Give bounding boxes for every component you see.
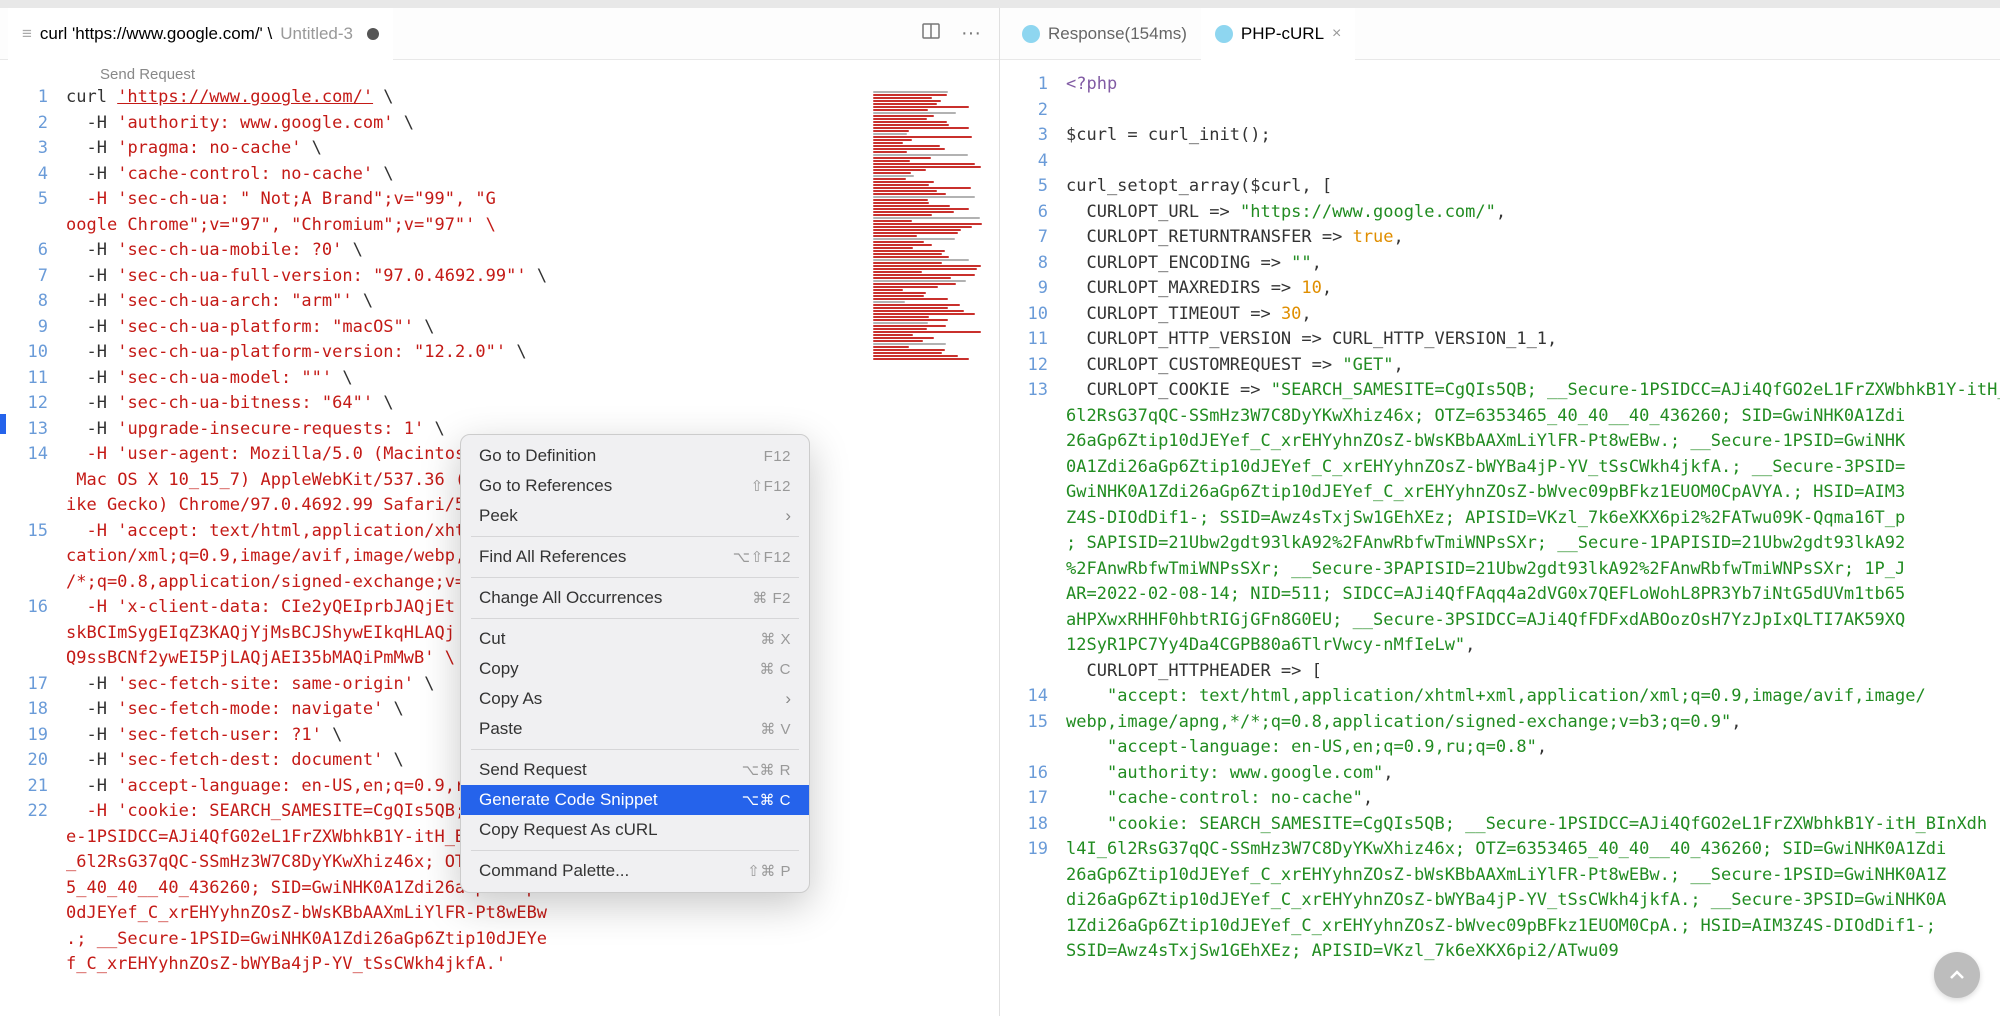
- menu-item-generate-code-snippet[interactable]: Generate Code Snippet⌥⌘ C: [461, 785, 809, 815]
- menu-separator: [471, 850, 799, 851]
- menu-item-send-request[interactable]: Send Request⌥⌘ R: [461, 755, 809, 785]
- left-line-gutter: 12345678910111213141516171819202122: [0, 85, 66, 1016]
- tab-label: PHP-cURL: [1241, 24, 1324, 44]
- menu-item-command-palette[interactable]: Command Palette...⇧⌘ P: [461, 856, 809, 886]
- menu-item-find-all-references[interactable]: Find All References⌥⇧F12: [461, 542, 809, 572]
- rest-client-icon: [1215, 25, 1233, 43]
- window-top-strip: [0, 0, 2000, 8]
- gutter-change-marker: [0, 414, 6, 434]
- tab-title: curl 'https://www.google.com/' \: [40, 24, 272, 44]
- rest-client-icon: [1022, 25, 1040, 43]
- menu-separator: [471, 749, 799, 750]
- menu-item-copy[interactable]: Copy⌘ C: [461, 654, 809, 684]
- split-editor-icon[interactable]: [911, 21, 951, 47]
- menu-separator: [471, 618, 799, 619]
- tab-file-icon: ≡: [22, 24, 32, 44]
- menu-separator: [471, 577, 799, 578]
- left-editor-pane: ≡ curl 'https://www.google.com/' \ Untit…: [0, 8, 1000, 1016]
- tab-php-curl[interactable]: PHP-cURL ×: [1201, 8, 1355, 60]
- menu-item-copy-as[interactable]: Copy As›: [461, 684, 809, 714]
- tab-subtitle: Untitled-3: [280, 24, 353, 44]
- right-code-area[interactable]: <?php$curl = curl_init();curl_setopt_arr…: [1066, 72, 2000, 1016]
- right-editor[interactable]: 12345678910111213141516171819 <?php$curl…: [1000, 72, 2000, 1016]
- scroll-to-top-button[interactable]: [1934, 952, 1980, 998]
- close-icon[interactable]: ×: [1332, 25, 1341, 43]
- send-request-codelens[interactable]: Send Request: [0, 60, 999, 85]
- menu-separator: [471, 536, 799, 537]
- menu-item-cut[interactable]: Cut⌘ X: [461, 624, 809, 654]
- left-tab-bar: ≡ curl 'https://www.google.com/' \ Untit…: [0, 8, 999, 60]
- more-actions-icon[interactable]: ···: [951, 22, 991, 45]
- right-line-gutter: 12345678910111213141516171819: [1000, 72, 1066, 1016]
- menu-item-change-all-occurrences[interactable]: Change All Occurrences⌘ F2: [461, 583, 809, 613]
- right-editor-pane: Response(154ms) PHP-cURL × 1234567891011…: [1000, 8, 2000, 1016]
- menu-item-peek[interactable]: Peek›: [461, 501, 809, 531]
- tab-untitled-3[interactable]: ≡ curl 'https://www.google.com/' \ Untit…: [8, 8, 393, 60]
- tab-response[interactable]: Response(154ms): [1008, 8, 1201, 60]
- menu-item-copy-request-as-curl[interactable]: Copy Request As cURL: [461, 815, 809, 845]
- context-menu: Go to DefinitionF12Go to References⇧F12P…: [460, 434, 810, 893]
- right-tab-bar: Response(154ms) PHP-cURL ×: [1000, 8, 2000, 60]
- tab-label: Response(154ms): [1048, 24, 1187, 44]
- menu-item-go-to-definition[interactable]: Go to DefinitionF12: [461, 441, 809, 471]
- menu-item-go-to-references[interactable]: Go to References⇧F12: [461, 471, 809, 501]
- menu-item-paste[interactable]: Paste⌘ V: [461, 714, 809, 744]
